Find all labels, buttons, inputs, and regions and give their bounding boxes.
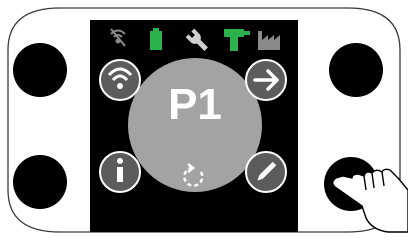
hardware-button-bottom-left[interactable]	[13, 155, 67, 209]
battery-icon	[150, 28, 162, 50]
device-panel: P1	[7, 7, 408, 233]
hardware-button-top-right[interactable]	[329, 43, 383, 97]
info-icon	[117, 158, 123, 182]
program-label: P1	[168, 80, 222, 129]
hardware-button-top-left[interactable]	[13, 43, 67, 97]
wireless-button[interactable]	[99, 59, 141, 101]
